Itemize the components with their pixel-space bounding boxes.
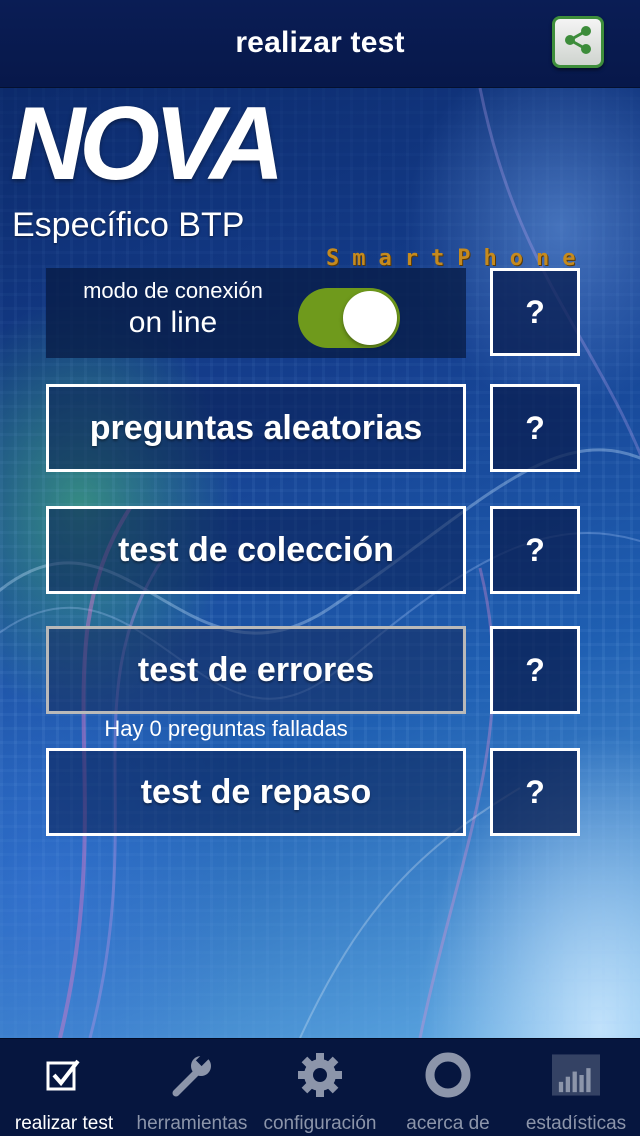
tab-herramientas[interactable]: herramientas: [128, 1039, 256, 1136]
tab-bar: realizar test herramientas configuración…: [0, 1038, 640, 1136]
errors-test-button[interactable]: test de errores: [46, 626, 466, 714]
connection-toggle[interactable]: [298, 288, 400, 348]
nova-logo: NOVA SmartPhone: [0, 86, 640, 271]
checkbox-icon: [40, 1051, 88, 1099]
wrench-icon: [168, 1051, 216, 1099]
tab-configuracion[interactable]: configuración: [256, 1039, 384, 1136]
tab-label: estadísticas: [525, 1113, 627, 1134]
random-questions-button[interactable]: preguntas aleatorias: [46, 384, 466, 472]
connection-mode-value: on line: [128, 306, 218, 339]
review-test-button[interactable]: test de repaso: [46, 748, 466, 836]
subject-title: Específico BTP: [12, 206, 245, 244]
lifebuoy-icon: [424, 1051, 472, 1099]
help-button-random[interactable]: ?: [490, 384, 580, 472]
tab-label: acerca de: [406, 1113, 490, 1134]
nav-bar: realizar test: [0, 0, 640, 88]
help-button-connection[interactable]: ?: [490, 268, 580, 356]
tab-label: herramientas: [136, 1113, 248, 1134]
tab-realizar-test[interactable]: realizar test: [0, 1039, 128, 1136]
tab-label: realizar test: [14, 1113, 114, 1134]
page-title: realizar test: [235, 26, 405, 59]
collection-test-button[interactable]: test de colección: [46, 506, 466, 594]
help-button-collection[interactable]: ?: [490, 506, 580, 594]
connection-mode-panel: modo de conexión on line: [46, 268, 466, 358]
tab-estadisticas[interactable]: estadísticas: [512, 1039, 640, 1136]
share-button[interactable]: [552, 16, 604, 68]
bar-chart-icon: [552, 1051, 600, 1099]
tab-label: configuración: [263, 1113, 377, 1134]
toggle-knob: [343, 291, 397, 345]
failed-questions-note: Hay 0 preguntas falladas: [104, 716, 348, 741]
connection-mode-label: modo de conexión: [83, 278, 263, 303]
help-button-errors[interactable]: ?: [490, 626, 580, 714]
share-icon: [561, 23, 595, 62]
tab-acerca-de[interactable]: acerca de: [384, 1039, 512, 1136]
gear-icon: [296, 1051, 344, 1099]
logo-brand: NOVA: [10, 86, 285, 202]
help-button-review[interactable]: ?: [490, 748, 580, 836]
